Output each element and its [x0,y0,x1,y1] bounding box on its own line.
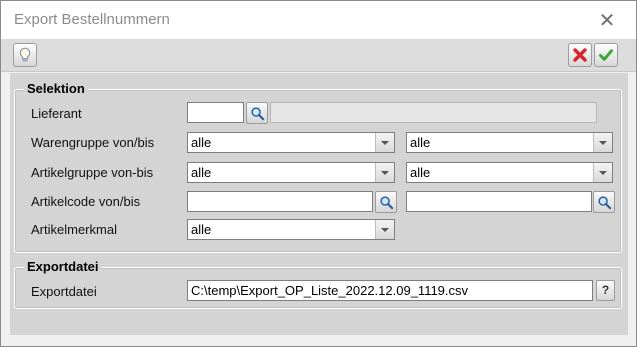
export-path-help-button[interactable]: ? [596,280,615,301]
warengruppe-to-select[interactable]: alle [406,132,613,153]
green-check-icon [599,49,613,61]
warengruppe-from-select[interactable]: alle [187,132,395,153]
red-x-icon [573,48,587,62]
chevron-down-icon[interactable] [375,220,394,239]
artikelcode-from-search-button[interactable] [375,191,397,213]
dialog-content: Selektion Lieferant Warengruppe von/bis … [10,73,628,335]
window-title: Export Bestellnummern [14,11,170,28]
info-button[interactable] [13,43,37,67]
artikelcode-to-input[interactable] [406,191,592,212]
artikelgruppe-label: Artikelgruppe von-bis [31,165,154,180]
warengruppe-to-value: alle [410,135,431,150]
magnifier-icon [597,195,612,210]
chevron-down-icon[interactable] [375,133,394,152]
ok-button[interactable] [594,43,618,67]
chevron-down-icon[interactable] [593,133,612,152]
lieferant-label: Lieferant [31,106,82,121]
lightbulb-icon [19,47,31,62]
export-path-input[interactable]: C:\temp\Export_OP_Liste_2022.12.09_1119.… [187,280,593,301]
artikelcode-label: Artikelcode von/bis [31,194,141,209]
selektion-group: Selektion Lieferant Warengruppe von/bis … [14,81,622,253]
lieferant-input[interactable] [187,102,244,123]
chevron-down-icon[interactable] [593,163,612,182]
lieferant-search-button[interactable] [246,102,268,124]
artikelgruppe-from-value: alle [191,165,212,180]
lieferant-name-field [270,102,597,123]
warengruppe-from-value: alle [191,135,212,150]
artikelgruppe-from-select[interactable]: alle [187,162,395,183]
artikelgruppe-to-value: alle [410,165,431,180]
magnifier-icon [250,106,265,121]
close-icon[interactable]: ✕ [593,6,621,34]
cancel-button[interactable] [568,43,592,67]
artikelgruppe-to-select[interactable]: alle [406,162,613,183]
title-bar: Export Bestellnummern ✕ [1,1,636,39]
exportdatei-title: Exportdatei [24,259,102,275]
exportdatei-label: Exportdatei [31,284,97,299]
exportdatei-group: Exportdatei Exportdatei C:\temp\Export_O… [14,259,622,309]
artikelmerkmal-label: Artikelmerkmal [31,222,117,237]
selektion-title: Selektion [24,81,88,97]
artikelcode-to-search-button[interactable] [593,191,615,213]
warengruppe-label: Warengruppe von/bis [31,135,155,150]
artikelcode-from-input[interactable] [187,191,373,212]
export-dialog: Export Bestellnummern ✕ Selektion Liefer… [0,0,637,347]
chevron-down-icon[interactable] [375,163,394,182]
artikelmerkmal-value: alle [191,222,212,237]
toolbar [1,39,636,72]
artikelmerkmal-select[interactable]: alle [187,219,395,240]
magnifier-icon [379,195,394,210]
